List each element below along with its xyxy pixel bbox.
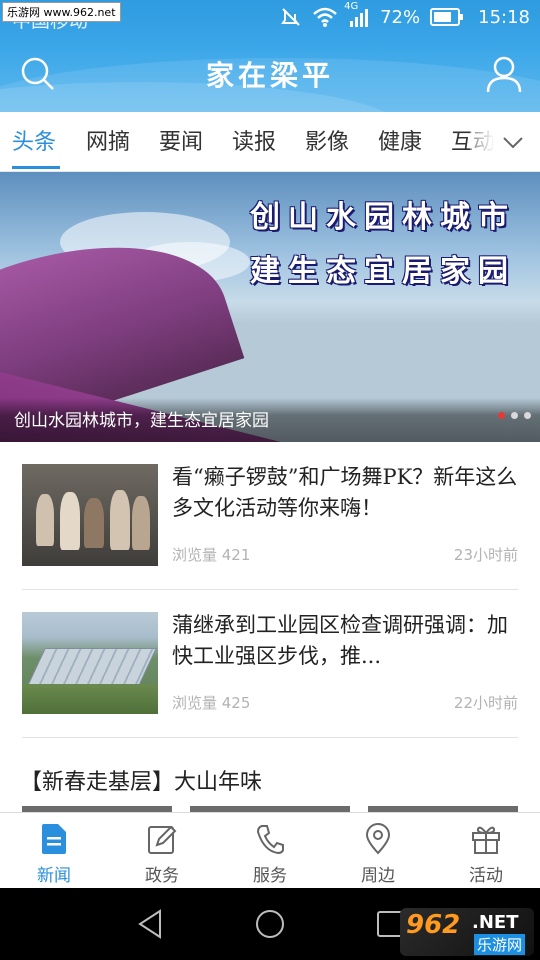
thumbnail-figure xyxy=(60,492,80,550)
edit-icon xyxy=(148,825,177,854)
banner-slogan-line2: 建生态宜居家园 xyxy=(250,254,516,289)
user-icon xyxy=(486,56,522,93)
news-title: 蒲继承到工业园区检查调研强调：加快工业强区步伐，推... xyxy=(172,613,508,668)
carousel-dot[interactable] xyxy=(511,412,518,419)
nav-label: 新闻 xyxy=(37,866,71,886)
bottom-navigation: 新闻 政务 服务 周边 活动 xyxy=(0,812,540,888)
news-view-count: 浏览量 425 xyxy=(172,694,251,712)
thumbnail-figure xyxy=(132,496,150,550)
thumbnail-figure xyxy=(36,494,54,546)
watermark-logo: 962 xyxy=(406,910,461,940)
nav-activity[interactable]: 活动 xyxy=(432,813,540,889)
nav-label: 服务 xyxy=(253,866,287,886)
news-list-item[interactable]: 蒲继承到工业园区检查调研强调：加快工业强区步伐，推... 浏览量 425 22小… xyxy=(22,590,518,738)
nav-service[interactable]: 服务 xyxy=(216,813,324,889)
nav-government[interactable]: 政务 xyxy=(108,813,216,889)
more-tabs-button[interactable] xyxy=(498,128,528,158)
tab-jiankang[interactable]: 健康 xyxy=(378,124,422,156)
tab-dubao[interactable]: 读报 xyxy=(232,124,276,156)
carousel-dot[interactable] xyxy=(524,412,531,419)
category-tabs: 头条 网摘 要闻 读报 影像 健康 互动 xyxy=(0,112,540,172)
news-timestamp: 22小时前 xyxy=(453,694,518,712)
tab-yingxiang[interactable]: 影像 xyxy=(305,124,349,156)
nav-label: 周边 xyxy=(361,866,395,886)
status-icons: 4G 72% 15:18 xyxy=(280,1,530,28)
nav-nearby[interactable]: 周边 xyxy=(324,813,432,889)
active-tab-indicator xyxy=(12,166,60,169)
location-icon xyxy=(365,823,391,855)
watermark-net: .NET xyxy=(472,912,519,933)
page-title: 家在梁平 xyxy=(205,59,334,92)
news-thumbnail xyxy=(22,464,158,566)
banner-slogan-line1: 创山水园林城市 xyxy=(250,200,516,235)
nav-label: 政务 xyxy=(145,866,179,886)
battery-icon xyxy=(430,8,464,26)
banner-carousel[interactable]: 创山水园林城市 建生态宜居家园 创山水园林城市，建生态宜居家园 xyxy=(0,172,540,442)
news-section-heading[interactable]: 【新春走基层】大山年味 xyxy=(20,764,262,796)
thumbnail-figure xyxy=(84,498,104,548)
nav-label: 活动 xyxy=(469,866,503,886)
status-bar: 中国移动 乐游网 www.962.net 4G 72% 15:18 xyxy=(0,0,540,36)
wifi-icon xyxy=(312,6,338,28)
battery-percent: 72% xyxy=(380,6,421,28)
nav-news[interactable]: 新闻 xyxy=(0,813,108,889)
news-list-item[interactable]: 看“癞子锣鼓”和广场舞PK？新年这么多文化活动等你来嗨！ 浏览量 421 23小… xyxy=(22,442,518,590)
back-icon[interactable] xyxy=(136,908,166,940)
site-watermark: 962 .NET 乐游网 xyxy=(400,908,534,956)
network-type: 4G xyxy=(344,1,359,12)
chevron-down-icon xyxy=(503,137,523,149)
signal-icon: 4G xyxy=(344,1,370,27)
thumbnail-figure xyxy=(110,490,130,550)
tab-toutiao[interactable]: 头条 xyxy=(12,124,56,156)
carousel-dot-active[interactable] xyxy=(498,412,505,419)
news-icon xyxy=(42,824,66,854)
clock: 15:18 xyxy=(478,6,530,28)
banner-caption: 创山水园林城市，建生态宜居家园 xyxy=(14,411,269,431)
app-screen: 中国移动 乐游网 www.962.net 4G 72% 15:18 家在梁平 xyxy=(0,0,540,960)
watermark-label: 乐游网 www.962.net xyxy=(2,2,121,22)
watermark-site: 乐游网 xyxy=(474,934,526,955)
app-header: 家在梁平 xyxy=(0,36,540,112)
tab-wangzhai[interactable]: 网摘 xyxy=(86,124,130,156)
tab-yaowen[interactable]: 要闻 xyxy=(159,124,203,156)
home-icon[interactable] xyxy=(255,908,285,940)
thumbnail-field xyxy=(22,684,158,714)
news-timestamp: 23小时前 xyxy=(453,546,518,564)
news-view-count: 浏览量 421 xyxy=(172,546,251,564)
news-thumbnail xyxy=(22,612,158,714)
user-button[interactable] xyxy=(484,54,524,94)
phone-icon xyxy=(256,825,284,855)
mute-icon xyxy=(280,6,302,28)
news-title: 看“癞子锣鼓”和广场舞PK？新年这么多文化活动等你来嗨！ xyxy=(172,465,518,520)
thumbnail-factory xyxy=(27,648,157,686)
gift-icon xyxy=(472,826,500,854)
